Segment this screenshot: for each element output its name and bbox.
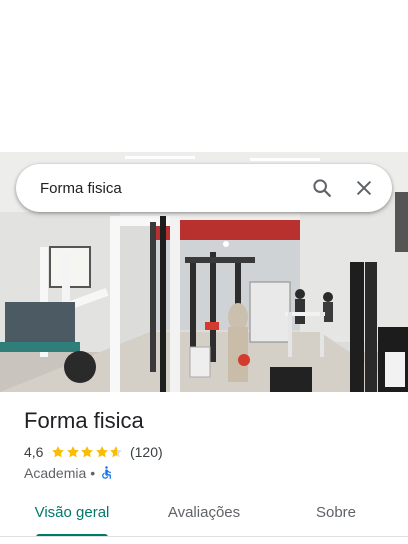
rating-value: 4,6 <box>24 444 44 460</box>
place-category: Academia <box>24 465 87 481</box>
category-row: Academia • <box>24 465 115 481</box>
search-bar[interactable]: Forma fisica <box>16 164 392 212</box>
search-input[interactable]: Forma fisica <box>16 180 302 197</box>
review-count[interactable]: (120) <box>130 444 163 460</box>
blank-header-area <box>0 0 408 152</box>
separator-dot: • <box>90 465 96 481</box>
tab-overview[interactable]: Visão geral <box>20 494 124 534</box>
tab-reviews[interactable]: Avaliações <box>152 494 256 534</box>
star-half-icon <box>110 446 123 458</box>
tab-bar: Visão geral Avaliações Sobre <box>0 494 408 538</box>
star-icon <box>96 446 108 458</box>
rating-row[interactable]: 4,6 (120) <box>24 444 163 460</box>
close-icon[interactable] <box>344 168 384 208</box>
star-icon <box>81 446 94 458</box>
tab-about[interactable]: Sobre <box>292 494 380 534</box>
star-icon <box>67 446 79 458</box>
star-icon <box>52 446 65 458</box>
star-rating <box>51 445 124 459</box>
search-icon[interactable] <box>302 168 342 208</box>
tab-divider <box>0 536 408 537</box>
wheelchair-icon[interactable] <box>99 465 115 481</box>
place-title: Forma fisica <box>24 408 144 433</box>
